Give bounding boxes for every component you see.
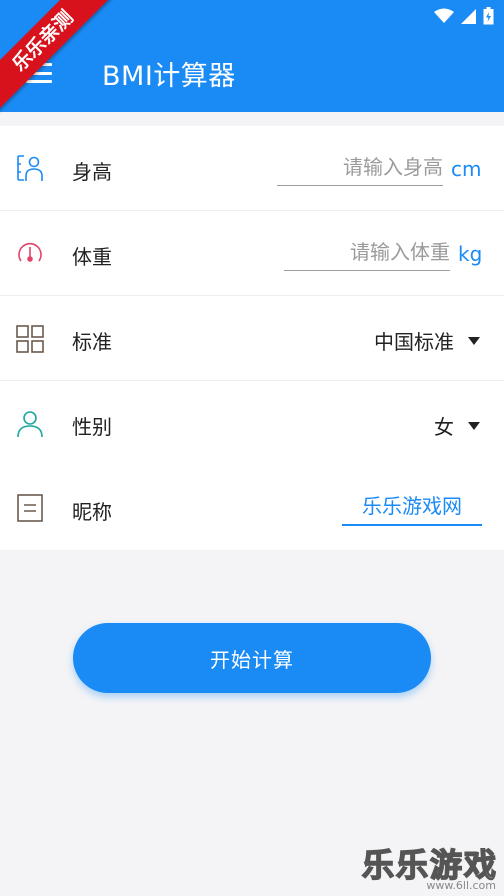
gender-row[interactable]: 性别 女 — [0, 381, 504, 466]
app-bar: BMI计算器 — [0, 0, 504, 112]
dropdown-arrow-icon — [468, 336, 480, 345]
standard-label: 标准 — [72, 330, 112, 354]
nickname-input[interactable] — [342, 486, 482, 522]
battery-icon — [483, 7, 494, 25]
menu-icon[interactable] — [24, 60, 54, 86]
nickname-input-wrap — [342, 486, 482, 526]
standard-select[interactable]: 中国标准 — [374, 326, 480, 355]
document-icon — [17, 494, 43, 522]
weight-unit: kg — [458, 242, 483, 266]
height-row: 身高 cm — [0, 126, 504, 211]
weight-label: 体重 — [72, 245, 112, 269]
calculate-button[interactable]: 开始计算 — [73, 623, 431, 693]
weight-input[interactable] — [284, 235, 450, 269]
weight-input-wrap — [284, 235, 450, 271]
grid-icon — [16, 325, 44, 353]
nickname-label: 昵称 — [72, 500, 112, 524]
height-label: 身高 — [72, 160, 112, 184]
gauge-icon — [18, 242, 42, 262]
height-input-wrap — [277, 150, 443, 186]
app-title: BMI计算器 — [102, 61, 236, 92]
gender-value: 女 — [434, 415, 454, 439]
watermark-url: www.6ll.com — [426, 879, 496, 892]
person-measure-icon — [17, 155, 43, 181]
user-icon — [17, 411, 43, 438]
height-input[interactable] — [277, 150, 443, 184]
bmi-form: 身高 cm 体重 kg 标准 中国标准 — [0, 126, 504, 550]
dropdown-arrow-icon — [468, 421, 480, 430]
standard-value: 中国标准 — [374, 330, 454, 354]
standard-row[interactable]: 标准 中国标准 — [0, 296, 504, 381]
signal-icon — [461, 8, 476, 24]
gender-label: 性别 — [72, 415, 112, 439]
wifi-icon — [434, 8, 454, 23]
status-bar — [434, 6, 494, 26]
weight-row: 体重 kg — [0, 211, 504, 296]
height-unit: cm — [451, 157, 482, 181]
gender-select[interactable]: 女 — [434, 411, 480, 440]
